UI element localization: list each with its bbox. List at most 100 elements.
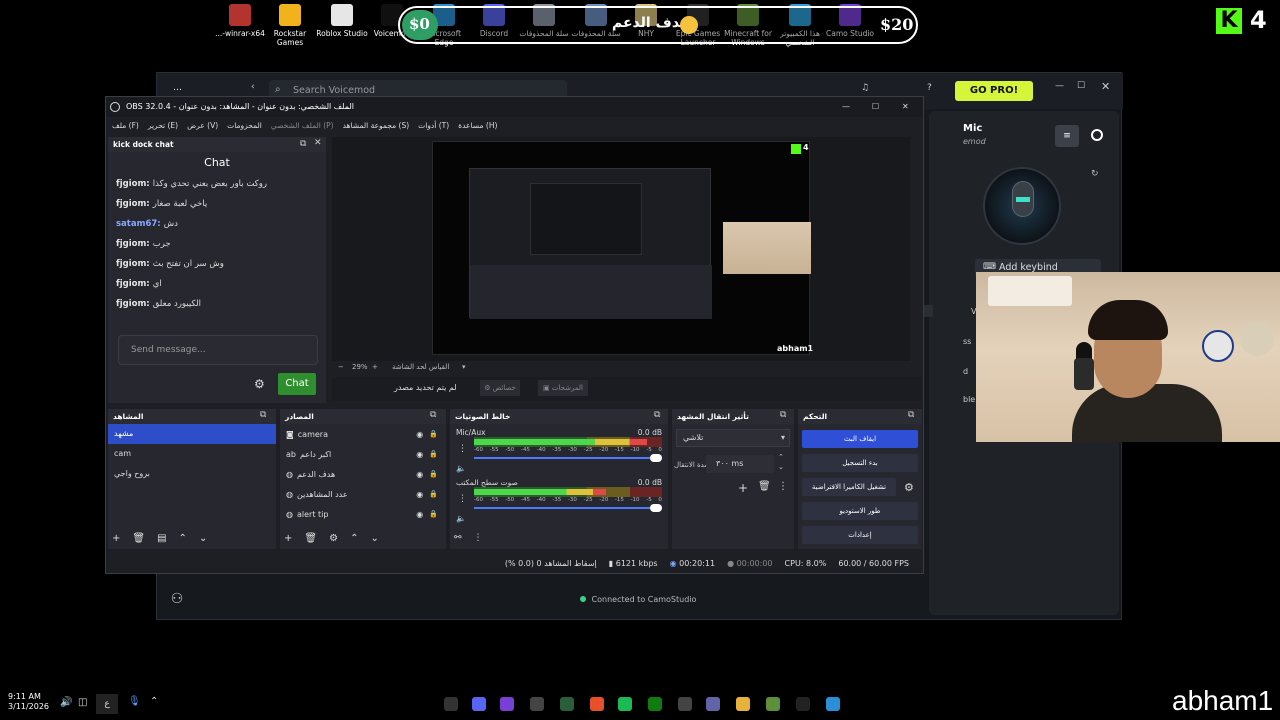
chat-username[interactable]: fjgiom:	[116, 294, 150, 314]
sliders-icon[interactable]: ≡	[1055, 125, 1079, 147]
undock-icon[interactable]: ⧉	[260, 410, 266, 420]
undock-icon[interactable]: ⧉	[300, 139, 306, 149]
input-language[interactable]: ع	[96, 694, 118, 714]
transition-select[interactable]: تلاشي ▾	[676, 429, 790, 447]
stepper-down-icon[interactable]: ⌄	[778, 463, 784, 471]
mic-tray-icon[interactable]: 🎙	[128, 696, 141, 707]
lock-icon[interactable]: 🔒	[429, 450, 438, 458]
brave-icon[interactable]	[590, 697, 604, 711]
desktop-icon[interactable]: Rockstar Games	[264, 4, 316, 47]
studio-mode-button[interactable]: طور الاستوديو	[802, 502, 918, 520]
minimize-icon[interactable]: —	[842, 97, 850, 117]
lock-icon[interactable]: 🔒	[429, 430, 438, 438]
source-item[interactable]: ◍ عدد المشاهدين ◉ 🔒	[280, 484, 446, 504]
add-icon[interactable]: +	[284, 533, 292, 544]
channel-menu-icon[interactable]: ⋮	[458, 444, 467, 454]
menu-item[interactable]: مجموعة المشاهد (S)	[343, 117, 410, 135]
help-icon[interactable]: ?	[927, 83, 932, 93]
explorer-icon[interactable]	[826, 697, 840, 711]
scene-item[interactable]: مشهد	[108, 424, 276, 444]
close-dock-icon[interactable]: ✕	[314, 138, 322, 148]
menu-item[interactable]: تحرير (E)	[148, 117, 178, 135]
bell-icon[interactable]: ♫	[861, 83, 869, 93]
network-icon[interactable]: ◫	[78, 697, 87, 708]
chat-username[interactable]: fjgiom:	[116, 254, 150, 274]
trash-icon[interactable]: 🗑	[304, 533, 317, 544]
mute-speaker-icon[interactable]: 🔈	[456, 514, 466, 523]
preview-area[interactable]: 4 abham1	[332, 137, 910, 361]
lock-icon[interactable]: 🔒	[429, 490, 438, 498]
link-icon[interactable]: ⚯	[454, 533, 462, 543]
desktop-icon[interactable]: Roblox Studio	[316, 4, 368, 38]
scene-item[interactable]: بروح واجي	[108, 464, 276, 484]
filters-button[interactable]: ▣ المرشحات	[538, 380, 588, 396]
chat-username[interactable]: satam67:	[116, 214, 161, 234]
close-icon[interactable]: ✕	[1101, 80, 1110, 93]
refresh-icon[interactable]: ↻	[1091, 169, 1099, 179]
gear-icon[interactable]: ⚙	[329, 533, 338, 544]
settings-button[interactable]: إعدادات	[802, 526, 918, 544]
settings-gear-icon[interactable]: ⚙	[254, 377, 265, 391]
toggle-icon[interactable]	[1091, 129, 1103, 141]
xbox-icon[interactable]	[648, 697, 662, 711]
menu-dots-icon[interactable]: ⋮	[778, 481, 788, 492]
menu-item[interactable]: مساعدة (H)	[458, 117, 497, 135]
zoom-in-icon[interactable]: +	[372, 363, 378, 371]
start-virtual-camera-button[interactable]: تشغيل الكاميرا الافتراضية	[802, 478, 896, 496]
undock-icon[interactable]: ⧉	[430, 410, 436, 420]
chat-username[interactable]: fjgiom:	[116, 274, 150, 294]
move-down-icon[interactable]: ⌄	[370, 533, 378, 544]
undock-icon[interactable]: ⧉	[654, 410, 660, 420]
menu-item[interactable]: أدوات (T)	[418, 117, 449, 135]
visibility-eye-icon[interactable]: ◉	[416, 450, 423, 459]
source-item[interactable]: ab اكبر داعم ◉ 🔒	[280, 444, 446, 464]
discord-icon[interactable]	[472, 697, 486, 711]
tray-chevron-icon[interactable]: ⌃	[150, 696, 158, 707]
send-message-input[interactable]: Send message...	[118, 335, 318, 365]
back-icon[interactable]: ‹	[251, 82, 255, 92]
teams-icon[interactable]	[706, 697, 720, 711]
chat-username[interactable]: fjgiom:	[116, 194, 150, 214]
trash-icon[interactable]: 🗑	[132, 533, 145, 544]
duration-input[interactable]: ٣٠٠ ms	[706, 455, 774, 473]
camo-icon[interactable]	[500, 697, 514, 711]
close-icon[interactable]: ✕	[902, 97, 909, 117]
search-icon[interactable]	[796, 697, 810, 711]
menu-item[interactable]: المحزومات	[227, 117, 262, 135]
zoom-out-icon[interactable]: −	[338, 363, 344, 371]
more-icon[interactable]: …	[173, 83, 182, 93]
menu-item[interactable]: عرض (V)	[187, 117, 218, 135]
channel-menu-icon[interactable]: ⋮	[458, 494, 467, 504]
properties-button[interactable]: ⚙ خصائص	[480, 380, 520, 396]
slider-handle[interactable]	[650, 454, 662, 462]
maximize-icon[interactable]: ☐	[1077, 81, 1085, 91]
stop-stream-button[interactable]: ايقاف البث	[802, 430, 918, 448]
add-icon[interactable]: +	[738, 481, 748, 495]
undock-icon[interactable]: ⧉	[908, 410, 914, 420]
virtual-camera-gear-icon[interactable]: ⚙	[904, 481, 914, 494]
chat-send-button[interactable]: Chat	[278, 373, 316, 395]
scene-item[interactable]: cam	[108, 444, 276, 464]
menu-item[interactable]: الملف الشخصي (P)	[271, 117, 334, 135]
files-icon[interactable]	[736, 697, 750, 711]
add-icon[interactable]: +	[112, 533, 120, 544]
move-down-icon[interactable]: ⌄	[199, 533, 207, 544]
stepper-up-icon[interactable]: ⌃	[778, 453, 784, 461]
undock-icon[interactable]: ⧉	[780, 410, 786, 420]
lock-icon[interactable]: 🔒	[429, 470, 438, 478]
zoom-dropdown-icon[interactable]: ▾	[462, 363, 466, 371]
source-item[interactable]: ◍ هدف الدعم ◉ 🔒	[280, 464, 446, 484]
visibility-eye-icon[interactable]: ◉	[416, 490, 423, 499]
chat-username[interactable]: fjgiom:	[116, 234, 150, 254]
user-profile-icon[interactable]: ⚇	[163, 585, 191, 613]
visibility-eye-icon[interactable]: ◉	[416, 470, 423, 479]
menu-dots-icon[interactable]: ⋮	[474, 533, 483, 543]
source-item[interactable]: ◙ camera ◉ 🔒	[280, 424, 446, 444]
slider-handle[interactable]	[650, 504, 662, 512]
menu-item[interactable]: ملف (F)	[112, 117, 139, 135]
visibility-eye-icon[interactable]: ◉	[416, 510, 423, 519]
volume-slider[interactable]	[474, 453, 662, 463]
chat-username[interactable]: fjgiom:	[116, 174, 150, 194]
spotify-icon[interactable]	[618, 697, 632, 711]
desktop-icon[interactable]: ...-winrar-x64	[214, 4, 266, 38]
